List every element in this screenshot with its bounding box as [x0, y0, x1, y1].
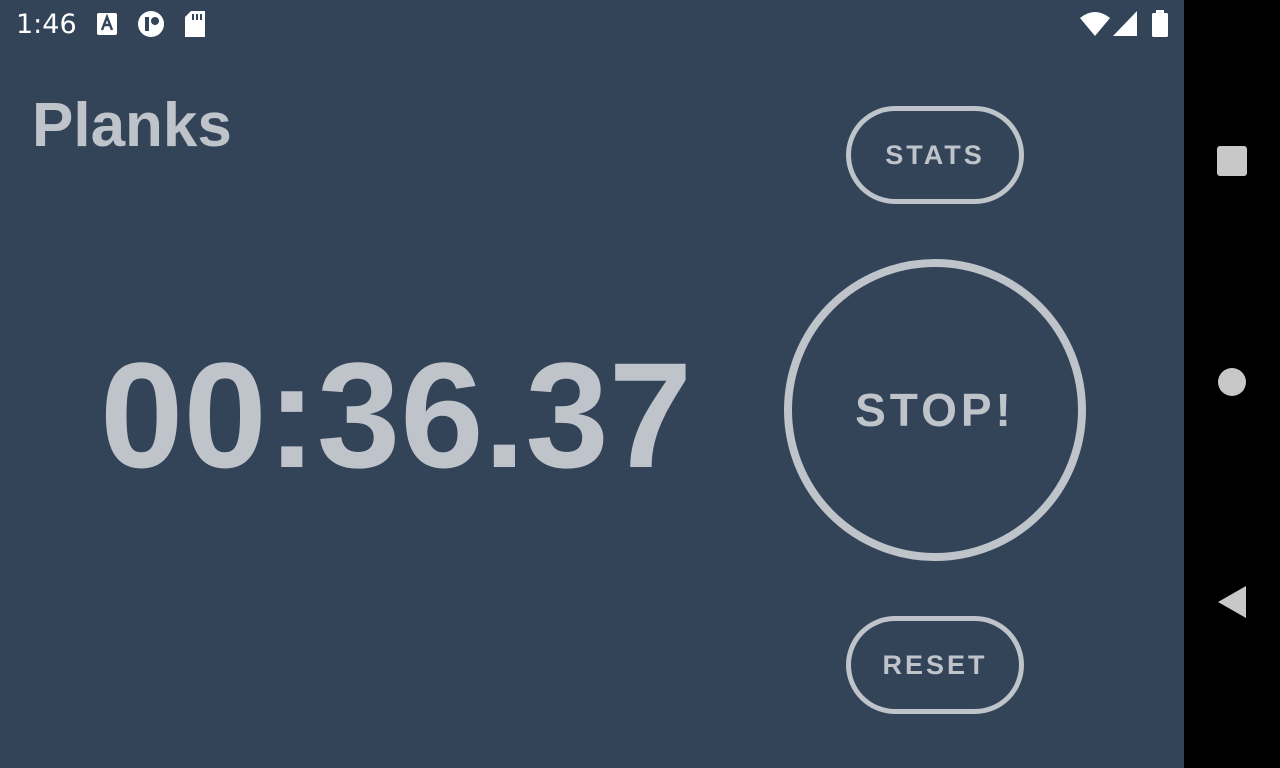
recents-icon: [1216, 145, 1248, 181]
app-notification-icon: [136, 10, 166, 42]
navigation-bar: [1184, 0, 1280, 768]
recents-button[interactable]: [1208, 139, 1256, 187]
home-button[interactable]: [1208, 360, 1256, 408]
home-icon: [1217, 367, 1247, 401]
device-screen: 1:46 Planks 00:36.37 STATS STOP! RESET: [0, 0, 1280, 768]
wifi-icon: [1079, 10, 1111, 42]
font-notification-icon: [96, 10, 118, 42]
battery-icon: [1151, 10, 1169, 42]
timer-display: 00:36.37: [100, 331, 693, 499]
back-icon: [1216, 585, 1248, 623]
reset-button[interactable]: RESET: [846, 616, 1024, 714]
signal-icon: [1112, 10, 1138, 42]
app-window: 1:46 Planks 00:36.37 STATS STOP! RESET: [0, 0, 1184, 768]
stats-button[interactable]: STATS: [846, 106, 1024, 204]
back-button[interactable]: [1208, 580, 1256, 628]
page-title: Planks: [32, 91, 232, 160]
status-clock: 1:46: [16, 9, 77, 40]
status-bar: 1:46: [0, 0, 1184, 48]
stop-button[interactable]: STOP!: [784, 259, 1086, 561]
sd-card-icon: [184, 10, 206, 42]
